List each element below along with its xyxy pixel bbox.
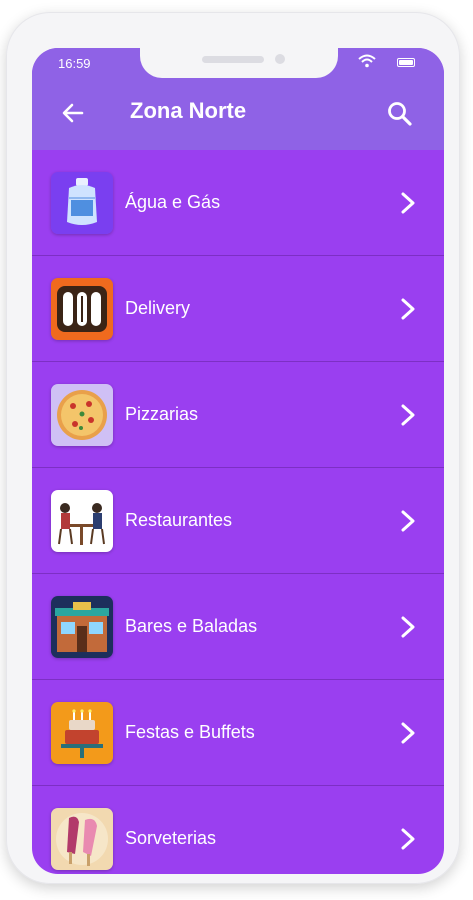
chevron-right-icon (401, 298, 415, 319)
chevron-right-icon (401, 722, 415, 743)
bar-icon (51, 595, 113, 658)
delivery-food-icon (51, 277, 113, 340)
list-item-festas[interactable]: Festas e Buffets (32, 680, 444, 786)
category-list: Água e Gás Delivery Pizzarias Restaurant… (32, 150, 444, 874)
list-item-label: Pizzarias (125, 404, 199, 424)
chevron-right-icon (401, 616, 415, 637)
list-item-label: Delivery (125, 298, 191, 318)
chevron-right-icon (401, 192, 415, 213)
list-item-label: Bares e Baladas (125, 616, 258, 636)
battery-icon (397, 58, 415, 67)
camera (275, 54, 285, 64)
speaker (202, 56, 264, 63)
chevron-right-icon (401, 510, 415, 531)
cake-icon (51, 701, 113, 764)
list-item-bares[interactable]: Bares e Baladas (32, 574, 444, 680)
list-item-label: Água e Gás (125, 192, 221, 212)
list-item-label: Festas e Buffets (125, 722, 255, 742)
list-item-agua-gas[interactable]: Água e Gás (32, 150, 444, 256)
pizza-icon (51, 383, 113, 446)
list-item-label: Sorveterias (125, 828, 217, 848)
list-item-sorveterias[interactable]: Sorveterias (32, 786, 444, 874)
screen: 16:59 Zona Norte Água e Gás Delivery Piz… (32, 48, 444, 874)
back-arrow-icon[interactable] (60, 100, 86, 126)
chevron-right-icon (401, 828, 415, 849)
notch (140, 48, 338, 78)
page-title: Zona Norte (130, 98, 247, 123)
list-item-pizzarias[interactable]: Pizzarias (32, 362, 444, 468)
list-item-delivery[interactable]: Delivery (32, 256, 444, 362)
restaurant-icon (51, 489, 113, 552)
ice-cream-icon (51, 807, 113, 870)
list-item-label: Restaurantes (125, 510, 233, 530)
chevron-right-icon (401, 404, 415, 425)
status-time: 16:59 (58, 56, 91, 71)
search-icon[interactable] (386, 100, 414, 128)
wifi-icon (358, 54, 376, 68)
water-gallon-icon (51, 171, 113, 234)
phone-frame: 16:59 Zona Norte Água e Gás Delivery Piz… (6, 12, 460, 884)
list-item-restaurantes[interactable]: Restaurantes (32, 468, 444, 574)
